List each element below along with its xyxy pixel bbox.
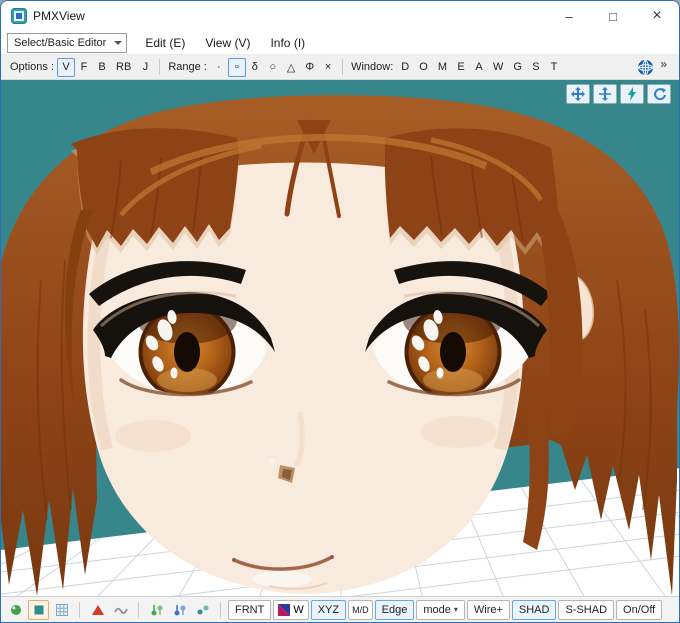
title-bar[interactable]: PMXView – □ × — [1, 1, 679, 31]
menu-bar: Select/Basic Editor Edit (E) View (V) In… — [1, 31, 679, 55]
pan-icon — [571, 87, 585, 101]
weight-label: W — [293, 603, 304, 616]
bolt-icon — [628, 87, 636, 101]
window-e-button[interactable]: E — [452, 58, 470, 77]
range-x-button[interactable]: × — [319, 58, 337, 77]
range-box-button[interactable]: ▫ — [227, 57, 246, 77]
minimize-button[interactable]: – — [547, 1, 591, 31]
viewport-pan-button[interactable] — [566, 84, 590, 104]
option-face-button[interactable]: F — [75, 58, 93, 77]
polygon-icon[interactable] — [28, 599, 49, 620]
teal-handles-icon[interactable] — [192, 600, 213, 620]
wire-toggle-button[interactable]: Wire+ — [466, 599, 510, 620]
range-label: Range : — [168, 61, 207, 73]
md-toggle-button[interactable]: M/D — [348, 599, 373, 620]
viewport-dolly-button[interactable] — [593, 84, 617, 104]
editor-mode-label: Select/Basic Editor — [14, 36, 107, 49]
range-circle-button[interactable]: ○ — [264, 58, 282, 77]
green-handles-icon[interactable] — [146, 600, 167, 620]
separator — [220, 601, 221, 618]
maximize-button[interactable]: □ — [591, 1, 635, 31]
view-gizmo-icon — [637, 59, 653, 75]
option-joint-button[interactable]: J — [136, 58, 154, 77]
range-point-button[interactable]: · — [210, 58, 228, 77]
separator — [342, 59, 344, 75]
option-rb-button[interactable]: RB — [111, 58, 136, 77]
dolly-icon — [599, 87, 611, 101]
view-gizmo-button[interactable] — [634, 57, 656, 77]
viewport-rotate-button[interactable] — [647, 84, 671, 104]
triangle-icon[interactable] — [87, 600, 108, 620]
option-bone-button[interactable]: B — [93, 58, 111, 77]
window-g-button[interactable]: G — [508, 58, 527, 77]
window-title: PMXView — [33, 9, 85, 23]
viewport-speed-button[interactable] — [620, 84, 644, 104]
mode-dropdown[interactable]: mode ▾ — [416, 599, 465, 620]
menu-edit[interactable]: Edit (E) — [135, 33, 195, 53]
toolbar-overflow-button[interactable]: » — [656, 57, 673, 77]
blue-handles-icon[interactable] — [169, 600, 190, 620]
menu-view[interactable]: View (V) — [195, 33, 260, 53]
vertex-color-swatch — [278, 603, 291, 616]
vertex-color-button[interactable]: W — [273, 599, 309, 620]
window-d-button[interactable]: D — [396, 58, 414, 77]
window-o-button[interactable]: O — [414, 58, 433, 77]
app-icon — [11, 8, 27, 24]
separator — [79, 601, 80, 618]
viewport-nav-buttons — [566, 84, 671, 104]
window-m-button[interactable]: M — [433, 58, 452, 77]
viewport-panel — [1, 80, 679, 596]
menu-info[interactable]: Info (I) — [260, 33, 315, 53]
window-s-button[interactable]: S — [527, 58, 545, 77]
window-t-button[interactable]: T — [545, 58, 563, 77]
range-delta-button[interactable]: δ — [246, 58, 264, 77]
wave-icon[interactable] — [110, 600, 131, 620]
mode-label: mode — [423, 603, 451, 616]
option-vertex-button[interactable]: V — [57, 57, 76, 77]
range-triangle-button[interactable]: △ — [282, 58, 300, 77]
range-phi-button[interactable]: Φ — [300, 58, 319, 77]
blush-left — [115, 420, 191, 452]
separator — [138, 601, 139, 618]
mode-caret-icon: ▾ — [453, 605, 458, 614]
onoff-button[interactable]: On/Off — [616, 599, 663, 620]
edge-toggle-button[interactable]: Edge — [374, 599, 415, 620]
front-view-button[interactable]: FRNT — [228, 599, 272, 620]
editor-mode-selector[interactable]: Select/Basic Editor — [7, 32, 128, 53]
rotate-icon — [654, 88, 666, 101]
status-bar: FRNT W XYZ M/D Edge mode ▾ Wire+ SHAD S-… — [1, 596, 679, 622]
toolbar: Options : V F B RB J Range : · ▫ δ ○ △ Φ… — [1, 55, 679, 80]
xyz-axis-button[interactable]: XYZ — [310, 599, 347, 620]
window-a-button[interactable]: A — [470, 58, 488, 77]
close-button[interactable]: × — [635, 1, 679, 31]
blush-right — [421, 416, 497, 448]
3d-viewport[interactable] — [1, 80, 679, 596]
separator — [159, 59, 161, 75]
points-icon[interactable] — [5, 600, 26, 620]
pmxview-window: PMXView – □ × Select/Basic Editor Edit (… — [0, 0, 680, 623]
options-label: Options : — [10, 61, 55, 73]
grid-icon[interactable] — [51, 600, 72, 620]
window-group-label: Window: — [351, 61, 394, 73]
window-w-button[interactable]: W — [488, 58, 508, 77]
shading-button[interactable]: SHAD — [511, 599, 557, 620]
dropdown-caret-icon — [114, 40, 123, 45]
self-shadow-button[interactable]: S-SHAD — [558, 599, 615, 620]
